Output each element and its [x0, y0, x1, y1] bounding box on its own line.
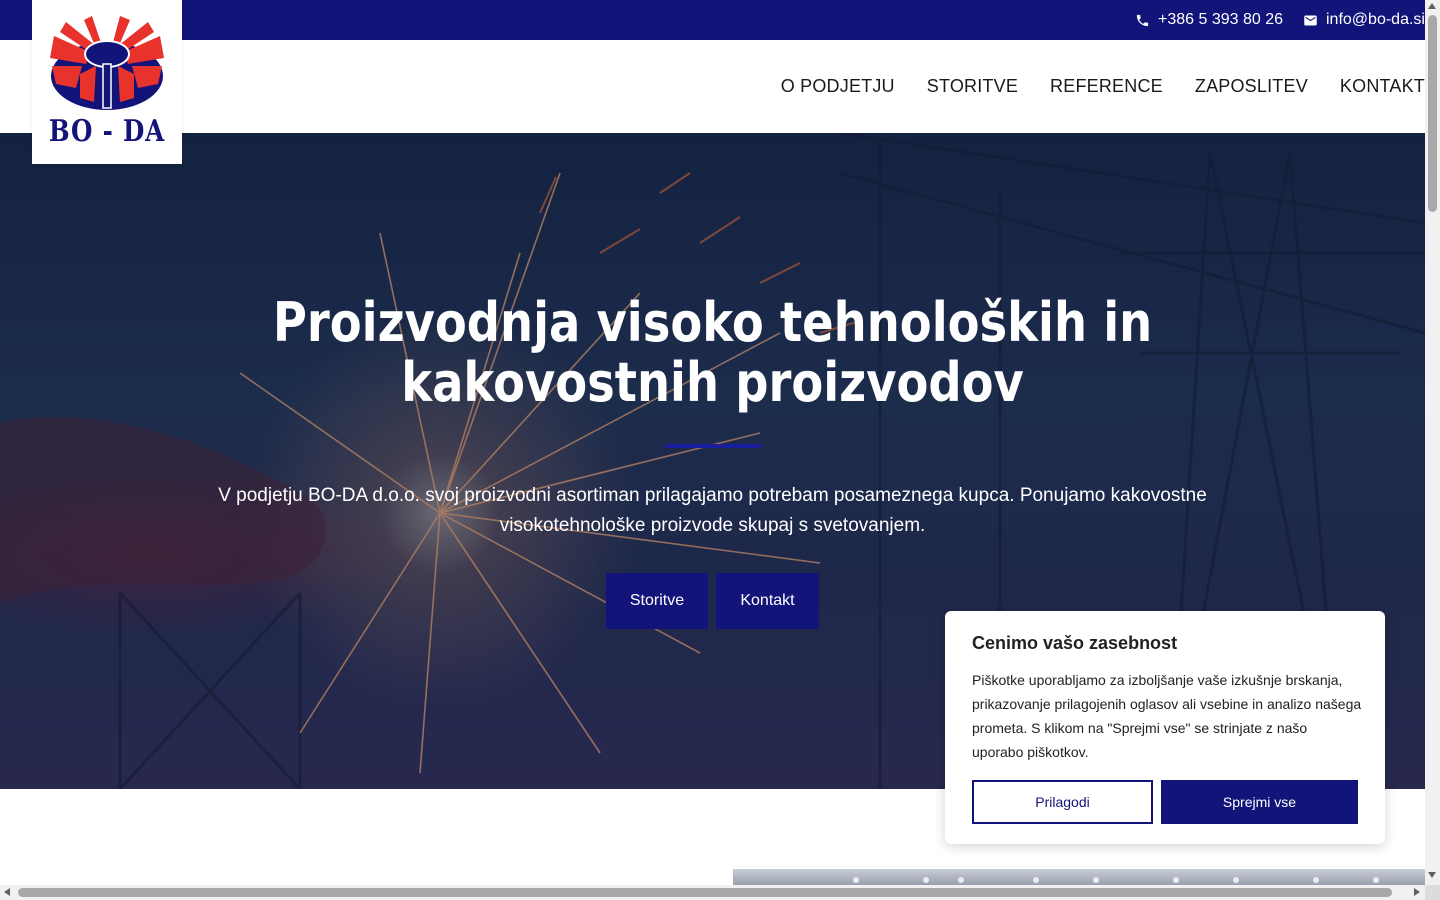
nav-item-reference[interactable]: REFERENCE	[1050, 76, 1163, 97]
hero-title-line1: Proizvodnja visoko tehnoloških in	[272, 291, 1153, 354]
phone-icon	[1136, 14, 1149, 26]
hero-description: V podjetju BO-DA d.o.o. svoj proizvodni …	[180, 481, 1245, 541]
horizontal-scrollbar[interactable]	[0, 885, 1425, 900]
scroll-up-arrow-icon[interactable]	[1428, 3, 1436, 9]
hero-text-line1: V podjetju BO-DA d.o.o. svoj proizvodni …	[218, 485, 1207, 506]
kontakt-button[interactable]: Kontakt	[716, 573, 819, 629]
phone-link[interactable]: +386 5 393 80 26	[1135, 0, 1283, 40]
vertical-scrollbar[interactable]	[1425, 0, 1440, 885]
scroll-down-arrow-icon[interactable]	[1428, 872, 1436, 878]
nav-item-storitve[interactable]: STORITVE	[927, 76, 1018, 97]
hero-text-line2: visokotehnološke proizvode skupaj s svet…	[499, 515, 926, 536]
logo-text: BO - DA	[48, 114, 166, 149]
nav-item-kontakt[interactable]: KONTAKT	[1340, 76, 1425, 97]
logo-emblem-icon	[50, 16, 164, 110]
hero-title-line2: kakovostnih proizvodov	[401, 351, 1024, 414]
hero-divider	[665, 444, 761, 448]
horizontal-scroll-thumb[interactable]	[18, 888, 1392, 897]
mail-icon	[1304, 15, 1317, 25]
email-link[interactable]: info@bo-da.si	[1303, 0, 1425, 40]
scroll-left-arrow-icon[interactable]	[4, 888, 10, 896]
vertical-scroll-thumb[interactable]	[1428, 15, 1437, 212]
cookie-consent-banner: Cenimo vašo zasebnost Piškotke uporablja…	[945, 611, 1385, 844]
site-logo[interactable]: BO - DA	[32, 0, 182, 164]
scroll-right-arrow-icon[interactable]	[1414, 888, 1420, 896]
page: +386 5 393 80 26 info@bo-da.si O PODJETJ…	[0, 0, 1440, 900]
main-nav: O PODJETJU STORITVE REFERENCE ZAPOSLITEV…	[781, 40, 1425, 133]
accept-all-cookies-button[interactable]: Sprejmi vse	[1161, 780, 1358, 824]
phone-number: +386 5 393 80 26	[1158, 11, 1284, 28]
email-address: info@bo-da.si	[1326, 11, 1425, 28]
nav-item-zaposlitev[interactable]: ZAPOSLITEV	[1195, 76, 1308, 97]
cookie-text: Piškotke uporabljamo za izboljšanje vaše…	[972, 672, 1362, 760]
nav-item-o-podjetju[interactable]: O PODJETJU	[781, 76, 895, 97]
storitve-button[interactable]: Storitve	[606, 573, 708, 629]
site-header: O PODJETJU STORITVE REFERENCE ZAPOSLITEV…	[0, 40, 1425, 133]
top-contact-bar: +386 5 393 80 26 info@bo-da.si	[0, 0, 1425, 40]
customize-cookies-button[interactable]: Prilagodi	[972, 780, 1153, 824]
hero-title: Proizvodnja visoko tehnoloških in kakovo…	[100, 293, 1326, 413]
scrollbar-corner	[1425, 885, 1440, 900]
cookie-title: Cenimo vašo zasebnost	[972, 633, 1178, 653]
